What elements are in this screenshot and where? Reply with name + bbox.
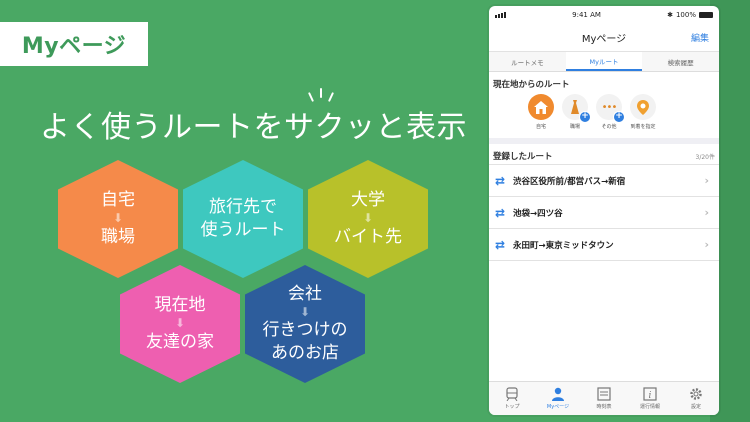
mypage-badge: Myページ [0, 22, 148, 66]
tabbar-label: 運行情報 [639, 404, 660, 410]
quick-routes: 自宅 + 職場 ••• + その他 到着を指定 [489, 92, 719, 138]
spark-decoration [327, 92, 335, 102]
down-arrow-icon: ⬇ [362, 211, 374, 226]
chevron-right-icon: › [704, 238, 709, 251]
add-icon: + [613, 111, 625, 123]
badge-label: Myページ [21, 34, 127, 59]
spark-decoration [307, 92, 315, 102]
info-icon: i [643, 387, 657, 401]
nav-bar: Myページ 編集 [489, 24, 719, 52]
route-label: 永田町→東京ミッドタウン [513, 240, 614, 251]
location-pin-icon [630, 94, 656, 120]
hex-current-location: 現在地 ⬇ 友達の家 [120, 265, 240, 383]
hex-bottom-text: 使うルート [200, 220, 286, 240]
status-time: 9:41 AM [572, 11, 601, 19]
chevron-right-icon: › [704, 206, 709, 219]
quick-label: その他 [601, 124, 617, 130]
list-item[interactable]: ⇄ 池袋→四ツ谷 › [489, 197, 719, 229]
battery-icon [698, 12, 713, 18]
tabbar-settings[interactable]: 設定 [673, 382, 719, 415]
hex-bottom-text: 友達の家 [146, 331, 214, 352]
person-icon [552, 387, 564, 401]
add-icon: + [579, 111, 591, 123]
quick-label: 職場 [569, 124, 580, 130]
hex-top-text: 大学 [351, 190, 385, 211]
page-title: Myページ [581, 34, 627, 45]
hex-home-work: 自宅 ⬇ 職場 [58, 160, 178, 278]
registered-section: 登録したルート 3/20件 [489, 144, 719, 164]
section-title: 登録したルート [493, 152, 553, 162]
quick-label: 到着を指定 [630, 124, 656, 130]
registered-count: 3/20件 [695, 153, 715, 161]
hex-top-text: 会社 [288, 284, 322, 304]
hex-top-text: 自宅 [101, 190, 135, 211]
segment-tabs: ルートメモ Myルート 検索履歴 [489, 52, 719, 72]
quick-label: 自宅 [535, 124, 546, 130]
route-label: 渋谷区役所前/都営バス→新宿 [513, 176, 626, 187]
tabbar-label: トップ [504, 404, 520, 410]
tabbar-top[interactable]: トップ [489, 382, 535, 415]
hex-bottom-text: 行きつけの あのお店 [262, 320, 348, 364]
tabbar-label: 設定 [690, 404, 701, 410]
hex-travel: 旅行先で 使うルート [183, 160, 303, 278]
train-icon [506, 387, 518, 401]
bluetooth-icon: ✱ [667, 11, 673, 19]
tabbar-service-info[interactable]: i 運行情報 [627, 382, 673, 415]
hex-bottom-text: バイト先 [334, 226, 402, 247]
tab-search-history[interactable]: 検索履歴 [642, 52, 719, 71]
current-location-section: 現在地からのルート [489, 72, 719, 92]
hex-university: 大学 ⬇ バイト先 [308, 160, 428, 278]
edit-button[interactable]: 編集 [691, 31, 709, 44]
tab-bar: トップ Myページ 時刻表 i 運行情報 設定 [489, 381, 719, 415]
headline: よく使うルートをサクッと表示 [40, 110, 467, 145]
work-icon: + [562, 94, 591, 123]
quick-work[interactable]: + 職場 [561, 94, 591, 130]
battery-percent: 100% [675, 11, 696, 19]
phone-screen: 9:41 AM ✱ 100% Myページ 編集 ルートメモ Myルート 検索履歴… [489, 6, 719, 415]
route-label: 池袋→四ツ谷 [513, 208, 563, 219]
signal-icon [495, 12, 506, 18]
tabbar-label: Myページ [546, 404, 570, 410]
hex-company: 会社 ⬇ 行きつけの あのお店 [245, 265, 365, 383]
home-icon [528, 94, 554, 120]
route-list: ⇄ 渋谷区役所前/都営バス→新宿 › ⇄ 池袋→四ツ谷 › ⇄ 永田町→東京ミッ… [489, 164, 719, 261]
gear-icon [690, 388, 702, 400]
down-arrow-icon: ⬇ [174, 316, 186, 331]
swap-icon: ⇄ [495, 205, 506, 220]
hex-bottom-text: 職場 [101, 226, 135, 247]
list-item[interactable]: ⇄ 渋谷区役所前/都営バス→新宿 › [489, 165, 719, 197]
spark-decoration [320, 88, 322, 98]
section-title: 現在地からのルート [493, 80, 570, 90]
list-item[interactable]: ⇄ 永田町→東京ミッドタウン › [489, 229, 719, 261]
tabbar-label: 時刻表 [596, 404, 612, 410]
chevron-right-icon: › [704, 174, 709, 187]
tabbar-mypage[interactable]: Myページ [535, 382, 581, 415]
more-icon: ••• + [596, 94, 625, 123]
status-bar: 9:41 AM ✱ 100% [489, 6, 719, 24]
quick-home[interactable]: 自宅 [527, 94, 555, 130]
timetable-icon [597, 387, 611, 401]
down-arrow-icon: ⬇ [299, 304, 311, 319]
quick-other[interactable]: ••• + その他 [595, 94, 625, 130]
tabbar-timetable[interactable]: 時刻表 [581, 382, 627, 415]
hex-top-text: 現在地 [154, 295, 206, 316]
svg-text:i: i [649, 391, 652, 401]
quick-arrival[interactable]: 到着を指定 [629, 94, 657, 130]
tab-my-route[interactable]: Myルート [565, 52, 643, 71]
hex-top-text: 旅行先で [209, 197, 277, 218]
swap-icon: ⇄ [495, 173, 506, 188]
swap-icon: ⇄ [495, 237, 506, 252]
down-arrow-icon: ⬇ [112, 211, 124, 226]
tab-route-memo[interactable]: ルートメモ [489, 52, 566, 71]
